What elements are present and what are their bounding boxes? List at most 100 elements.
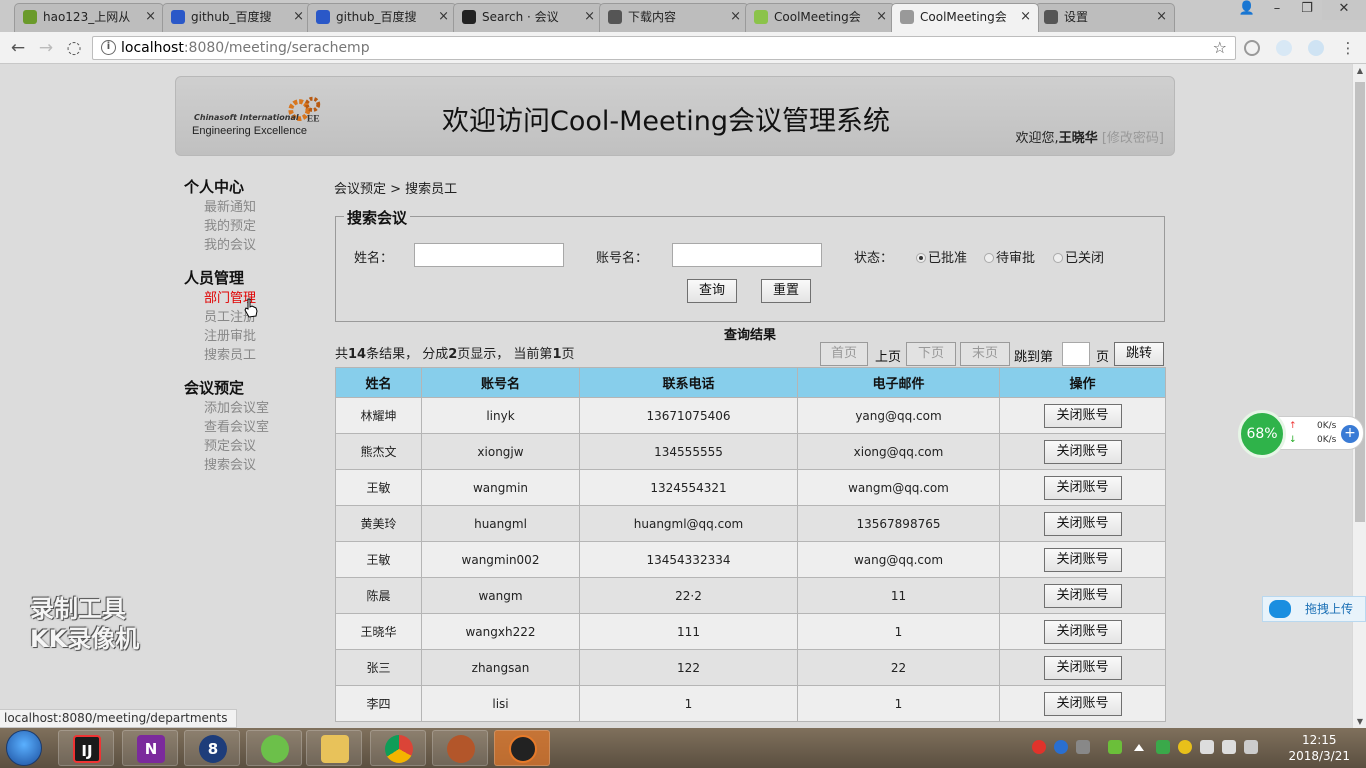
cell-name: 王敏	[335, 541, 422, 578]
account-input[interactable]	[672, 243, 822, 267]
taskbar-green-app-icon[interactable]	[246, 730, 302, 766]
close-account-button[interactable]: 关闭账号	[1043, 403, 1122, 428]
browser-tab[interactable]: 设置 ×	[1035, 3, 1175, 32]
logo-tagline-text: Engineering Excellence	[192, 125, 307, 137]
taskbar-onenote-icon[interactable]: N	[122, 730, 178, 766]
back-icon[interactable]: ←	[6, 37, 30, 59]
accelerate-plus-icon[interactable]: +	[1341, 425, 1359, 443]
browser-tab[interactable]: hao123_上网从 ×	[14, 3, 164, 32]
table-row: 王敏 wangmin 1324554321 wangm@qq.com 关闭账号	[335, 469, 1166, 506]
taskbar-recorder-icon[interactable]	[494, 730, 550, 766]
bookmark-star-icon[interactable]: ☆	[1213, 37, 1227, 59]
url-text[interactable]: localhost:8080/meeting/serachemp	[121, 37, 370, 59]
tray-help-icon[interactable]	[1054, 740, 1068, 754]
address-bar[interactable]: i localhost:8080/meeting/serachemp ☆	[92, 36, 1236, 60]
memory-usage-ring[interactable]: 68%	[1238, 410, 1286, 458]
close-account-button[interactable]: 关闭账号	[1043, 619, 1122, 644]
scrollbar-thumb[interactable]	[1355, 82, 1365, 522]
sidebar-item-add-room[interactable]: 添加会议室	[184, 399, 314, 418]
status-radio-pending[interactable]: 待审批	[984, 247, 1035, 266]
cell-name: 陈晨	[335, 577, 422, 614]
scroll-up-icon[interactable]: ▲	[1353, 66, 1366, 75]
vertical-scrollbar[interactable]: ▲ ▼	[1352, 64, 1366, 728]
tab-close-icon[interactable]: ×	[730, 4, 741, 30]
summary-text: 条结果， 分成	[366, 347, 449, 362]
close-account-button[interactable]: 关闭账号	[1043, 547, 1122, 572]
browser-tab[interactable]: CoolMeeting会 ×	[891, 3, 1039, 32]
tray-battery-icon[interactable]	[1108, 740, 1122, 754]
status-radio-approved[interactable]: 已批准	[916, 247, 967, 266]
tab-close-icon[interactable]: ×	[145, 4, 156, 30]
jump-page-input[interactable]	[1062, 342, 1090, 366]
sidebar-item-my-meetings[interactable]: 我的会议	[184, 236, 314, 255]
tab-close-icon[interactable]: ×	[876, 4, 887, 30]
status-radio-closed[interactable]: 已关闭	[1053, 247, 1104, 266]
jump-button[interactable]: 跳转	[1114, 342, 1164, 366]
start-button[interactable]	[6, 730, 42, 766]
tray-plus-icon[interactable]	[1178, 740, 1192, 754]
taskbar-file-explorer-icon[interactable]	[306, 730, 362, 766]
change-password-link[interactable]: [修改密码]	[1102, 131, 1164, 146]
tab-close-icon[interactable]: ×	[1020, 4, 1031, 30]
close-account-button[interactable]: 关闭账号	[1043, 583, 1122, 608]
sidebar-item-search-employee[interactable]: 搜索员工	[184, 346, 314, 365]
maximize-button[interactable]: ❐	[1292, 0, 1322, 20]
system-clock[interactable]: 12:15 2018/3/21	[1288, 732, 1350, 764]
sidebar-item-book-meeting[interactable]: 预定会议	[184, 437, 314, 456]
tray-shield-icon[interactable]	[1156, 740, 1170, 754]
tab-close-icon[interactable]: ×	[293, 4, 304, 30]
extension-cloud-icon[interactable]	[1276, 40, 1292, 56]
sidebar-item-register-approval[interactable]: 注册审批	[184, 327, 314, 346]
sidebar-item-view-rooms[interactable]: 查看会议室	[184, 418, 314, 437]
tab-close-icon[interactable]: ×	[438, 4, 449, 30]
tab-close-icon[interactable]: ×	[584, 4, 595, 30]
sidebar-item-latest-notice[interactable]: 最新通知	[184, 198, 314, 217]
name-input[interactable]	[414, 243, 564, 267]
extension-circle-icon[interactable]	[1244, 40, 1260, 56]
browser-tab[interactable]: github_百度搜 ×	[162, 3, 312, 32]
radio-dot[interactable]	[916, 253, 926, 263]
query-button[interactable]: 查询	[687, 279, 737, 303]
next-page-button[interactable]: 下页	[906, 342, 956, 366]
tray-keyboard-icon[interactable]	[1076, 740, 1090, 754]
browser-tab[interactable]: 下载内容 ×	[599, 3, 749, 32]
last-page-button[interactable]: 末页	[960, 342, 1010, 366]
tray-sogou-icon[interactable]	[1032, 740, 1046, 754]
drag-upload-widget[interactable]: 拖拽上传	[1262, 596, 1366, 622]
tray-device-icon[interactable]	[1200, 740, 1214, 754]
radio-dot[interactable]	[984, 253, 994, 263]
prev-page-link[interactable]: 上页	[875, 346, 901, 365]
close-account-button[interactable]: 关闭账号	[1043, 475, 1122, 500]
close-window-button[interactable]: ✕	[1322, 0, 1366, 20]
forward-icon[interactable]: →	[34, 37, 58, 59]
taskbar-app-dog-icon[interactable]	[432, 730, 488, 766]
browser-tab[interactable]: github_百度搜 ×	[307, 3, 457, 32]
scroll-down-icon[interactable]: ▼	[1353, 717, 1366, 726]
radio-dot[interactable]	[1053, 253, 1063, 263]
sidebar-item-my-reservations[interactable]: 我的预定	[184, 217, 314, 236]
info-icon[interactable]: i	[101, 40, 116, 55]
minimize-button[interactable]: –	[1262, 0, 1292, 20]
close-account-button[interactable]: 关闭账号	[1043, 655, 1122, 680]
tray-expand-icon[interactable]	[1134, 744, 1144, 751]
browser-tab[interactable]: CoolMeeting会 ×	[745, 3, 895, 32]
menu-icon[interactable]: ⋮	[1336, 37, 1360, 59]
network-monitor-widget[interactable]: ↑ 0K/s ↓ 0K/s + 68%	[1238, 410, 1364, 458]
tab-close-icon[interactable]: ×	[1156, 4, 1167, 30]
taskbar-app-8-icon[interactable]: 8	[184, 730, 240, 766]
close-account-button[interactable]: 关闭账号	[1043, 691, 1122, 716]
taskbar-chrome-icon[interactable]	[370, 730, 426, 766]
tray-network-icon[interactable]	[1222, 740, 1236, 754]
taskbar-intellij-icon[interactable]: IJ	[58, 730, 114, 766]
close-account-button[interactable]: 关闭账号	[1043, 511, 1122, 536]
tray-volume-icon[interactable]	[1244, 740, 1258, 754]
loading-spinner-icon[interactable]: ◌	[62, 37, 86, 59]
summary-text: 共	[335, 347, 349, 362]
browser-tab[interactable]: Search · 会议 ×	[453, 3, 603, 32]
extension-sync-icon[interactable]	[1308, 40, 1324, 56]
sidebar-item-search-meeting[interactable]: 搜索会议	[184, 456, 314, 475]
reset-button[interactable]: 重置	[761, 279, 811, 303]
close-account-button[interactable]: 关闭账号	[1043, 439, 1122, 464]
user-icon[interactable]: 👤	[1232, 0, 1262, 20]
first-page-button[interactable]: 首页	[820, 342, 868, 366]
